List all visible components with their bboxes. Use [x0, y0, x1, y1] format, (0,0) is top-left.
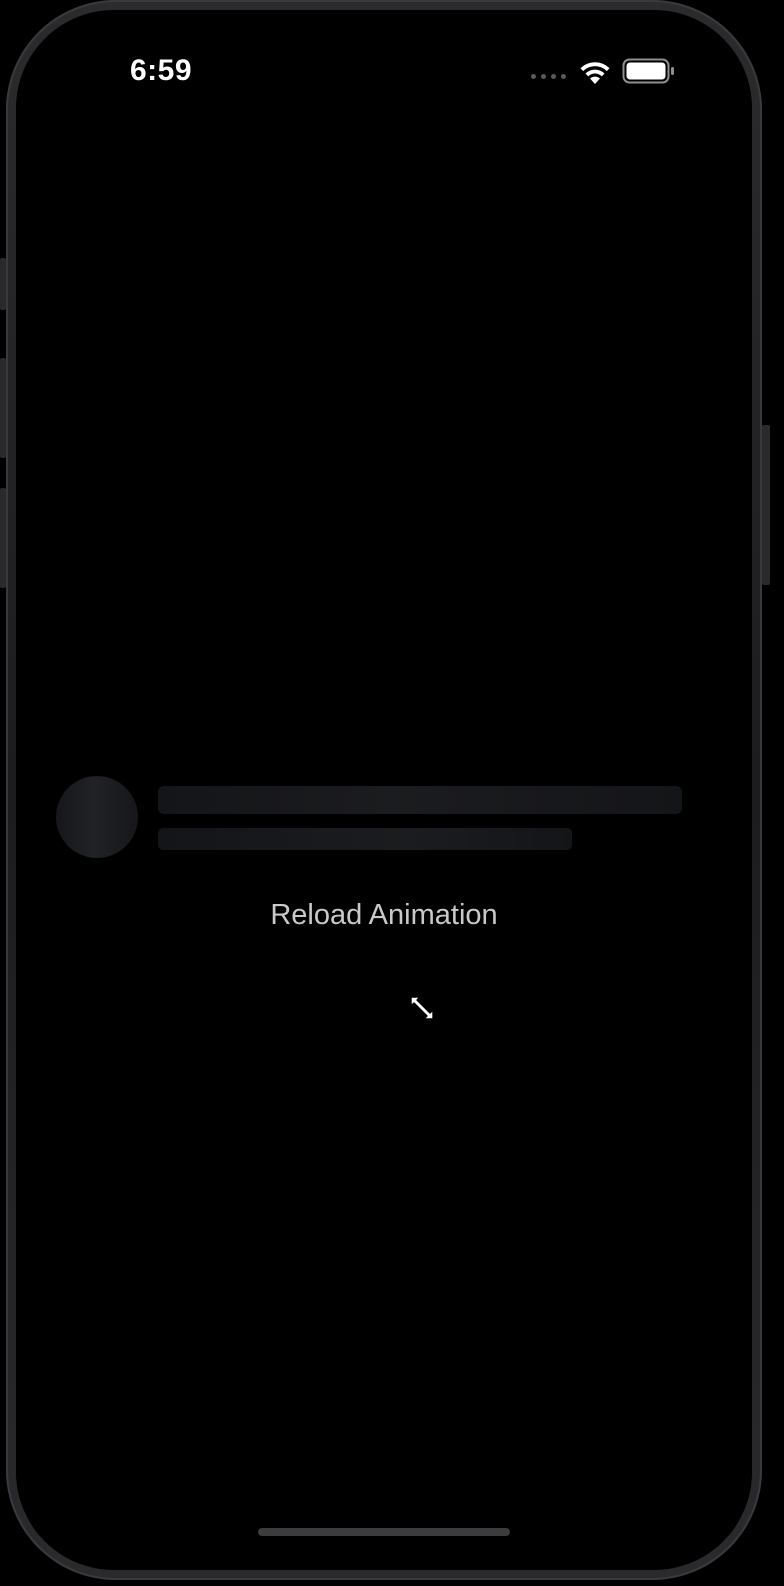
reload-animation-button[interactable]: Reload Animation	[234, 890, 534, 940]
power-button	[762, 425, 770, 585]
wifi-icon	[580, 62, 610, 84]
status-time: 6:59	[130, 54, 193, 87]
battery-icon	[622, 58, 674, 84]
phone-screen: 6:59 Reload Animation	[16, 10, 752, 1570]
skeleton-avatar	[56, 776, 138, 858]
status-bar: 6:59	[16, 10, 752, 130]
skeleton-line-secondary	[158, 828, 572, 850]
home-indicator[interactable]	[258, 1528, 510, 1536]
cellular-dots-icon	[531, 74, 566, 79]
skeleton-loader	[56, 776, 696, 866]
skeleton-line-primary	[158, 786, 682, 814]
resize-diagonal-cursor-icon	[410, 996, 434, 1020]
